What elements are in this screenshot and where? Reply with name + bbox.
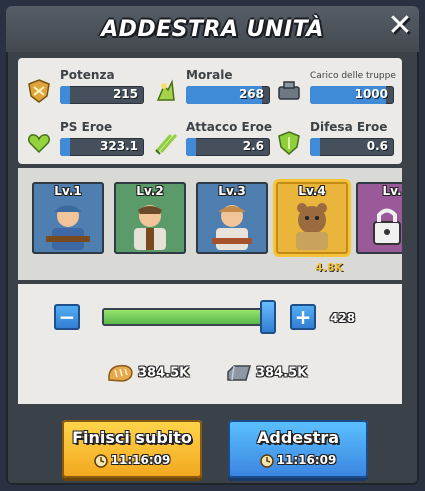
iron-ingot-icon [227, 365, 251, 381]
stat-value: 2.6 [242, 139, 264, 153]
quantity-slider[interactable] [102, 308, 272, 326]
close-icon: ✕ [387, 7, 413, 43]
unit-cost: 4.8K [314, 261, 343, 274]
stats-panel: Potenza 215 Morale 268 Carico delle trup… [18, 58, 402, 164]
hero-hp-icon [28, 134, 50, 154]
unit-level-label: Lv.4 [298, 184, 326, 198]
stat-label: Attacco Eroe [186, 120, 273, 134]
soldier-portrait-icon [46, 205, 90, 250]
morale-icon [156, 79, 175, 101]
quantity-panel: − + 428 384.5K 384.5K [18, 284, 402, 404]
unit-card-lv4[interactable]: Lv.4 [276, 182, 348, 254]
power-shield-icon [28, 79, 50, 103]
bear-warrior-portrait-icon [296, 203, 328, 250]
soldier-portrait-icon [134, 205, 166, 250]
bread-icon [108, 364, 133, 382]
stat-value: 0.6 [366, 139, 388, 153]
quantity-value: 428 [330, 311, 356, 325]
lock-icon [373, 208, 401, 245]
stat-label: Morale [186, 68, 233, 82]
clock-icon [259, 453, 274, 468]
button-time: 11:16:09 [62, 453, 202, 468]
unit-card-lv5-locked[interactable]: Lv. [356, 182, 402, 254]
decrease-button[interactable]: − [54, 304, 80, 330]
stat-hero-attack: Attacco Eroe 2.6 [150, 114, 273, 160]
stat-label: Potenza [60, 68, 115, 82]
increase-button[interactable]: + [290, 304, 316, 330]
unit-card-lv1[interactable]: Lv.1 [32, 182, 104, 254]
dialog-title-bar: ADDESTRA UNITÀ [6, 6, 419, 52]
stat-label: Carico delle truppe [310, 71, 396, 81]
stat-morale: Morale 268 [150, 62, 270, 108]
dialog-title: ADDESTRA UNITÀ [101, 16, 324, 42]
stat-troop-load: Carico delle truppe 1000 [274, 62, 396, 108]
plus-icon: + [294, 305, 312, 329]
slider-handle[interactable] [260, 300, 276, 334]
finish-now-button[interactable]: Finisci subito 11:16:09 [62, 420, 202, 478]
troop-load-icon [278, 81, 300, 100]
stat-value: 323.1 [100, 139, 138, 153]
iron-cost: 384.5K [224, 362, 307, 384]
button-time: 11:16:09 [228, 453, 368, 468]
hero-attack-icon [155, 134, 177, 155]
clock-icon [93, 453, 108, 468]
train-button[interactable]: Addestra 11:16:09 [228, 420, 368, 478]
stat-value: 1000 [354, 87, 388, 101]
action-bar: Finisci subito 11:16:09 Addestra 11:16:0… [18, 406, 402, 478]
hero-defense-icon [278, 131, 300, 155]
button-label: Finisci subito [72, 428, 192, 447]
stat-label: Difesa Eroe [310, 120, 388, 134]
stat-value: 215 [112, 87, 138, 101]
stat-hero-hp: PS Eroe 323.1 [24, 114, 144, 160]
unit-card-lv3[interactable]: Lv.3 [196, 182, 268, 254]
unit-level-selector: Lv.1 Lv.2 Lv.3 Lv.4 Lv. 4.8K [18, 168, 402, 280]
unit-level-label: Lv.2 [136, 184, 164, 198]
close-button[interactable]: ✕ [383, 7, 417, 43]
unit-level-label: Lv.3 [218, 184, 246, 198]
unit-level-label: Lv. [382, 184, 402, 198]
stat-label: PS Eroe [60, 120, 113, 134]
soldier-portrait-icon [212, 205, 252, 250]
stat-hero-defense: Difesa Eroe 0.6 [274, 114, 394, 160]
unit-card-lv2[interactable]: Lv.2 [114, 182, 186, 254]
button-label: Addestra [257, 428, 339, 447]
minus-icon: − [58, 305, 76, 329]
food-cost: 384.5K [106, 362, 189, 384]
stat-value: 268 [238, 87, 264, 101]
stat-power: Potenza 215 [24, 62, 144, 108]
slider-fill [104, 310, 270, 324]
unit-level-label: Lv.1 [54, 184, 82, 198]
